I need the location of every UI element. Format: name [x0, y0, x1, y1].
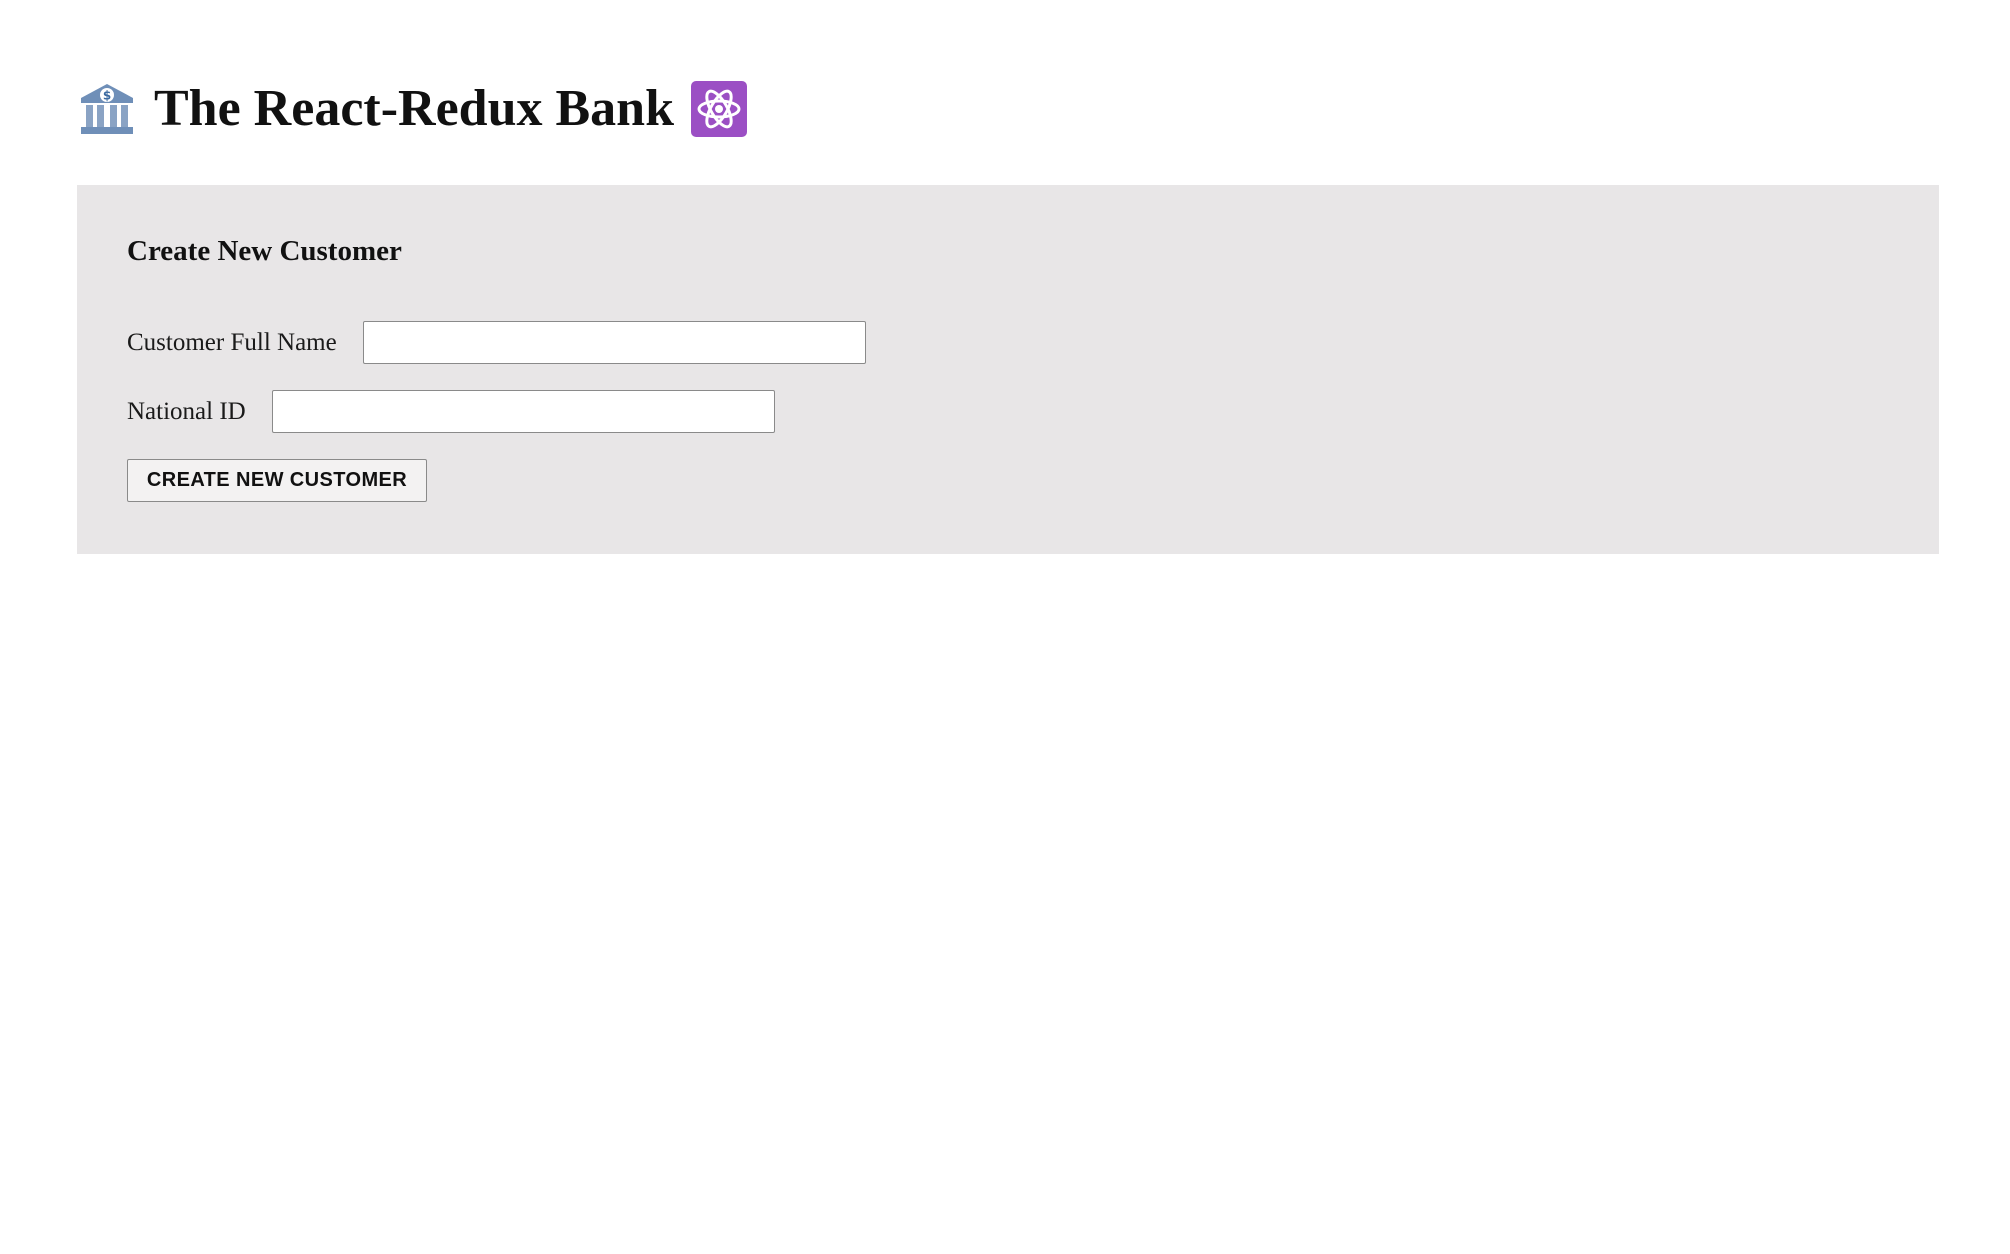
- national-id-row: National ID: [127, 390, 775, 433]
- atom-icon: [690, 80, 748, 138]
- national-id-input[interactable]: [271, 390, 775, 433]
- bank-icon: $: [78, 80, 136, 138]
- create-customer-button[interactable]: CREATE NEW CUSTOMER: [127, 459, 427, 502]
- national-id-label: National ID: [127, 397, 246, 425]
- full-name-input[interactable]: [362, 321, 866, 364]
- full-name-row: Customer Full Name: [127, 321, 866, 364]
- create-customer-title: Create New Customer: [127, 235, 402, 267]
- svg-text:$: $: [103, 89, 111, 103]
- app-title: The React-Redux Bank: [154, 80, 675, 137]
- create-customer-panel: Create New Customer Customer Full Name N…: [77, 185, 1939, 554]
- full-name-label: Customer Full Name: [127, 328, 337, 356]
- app-header: $ The React-Redux Bank: [78, 74, 748, 144]
